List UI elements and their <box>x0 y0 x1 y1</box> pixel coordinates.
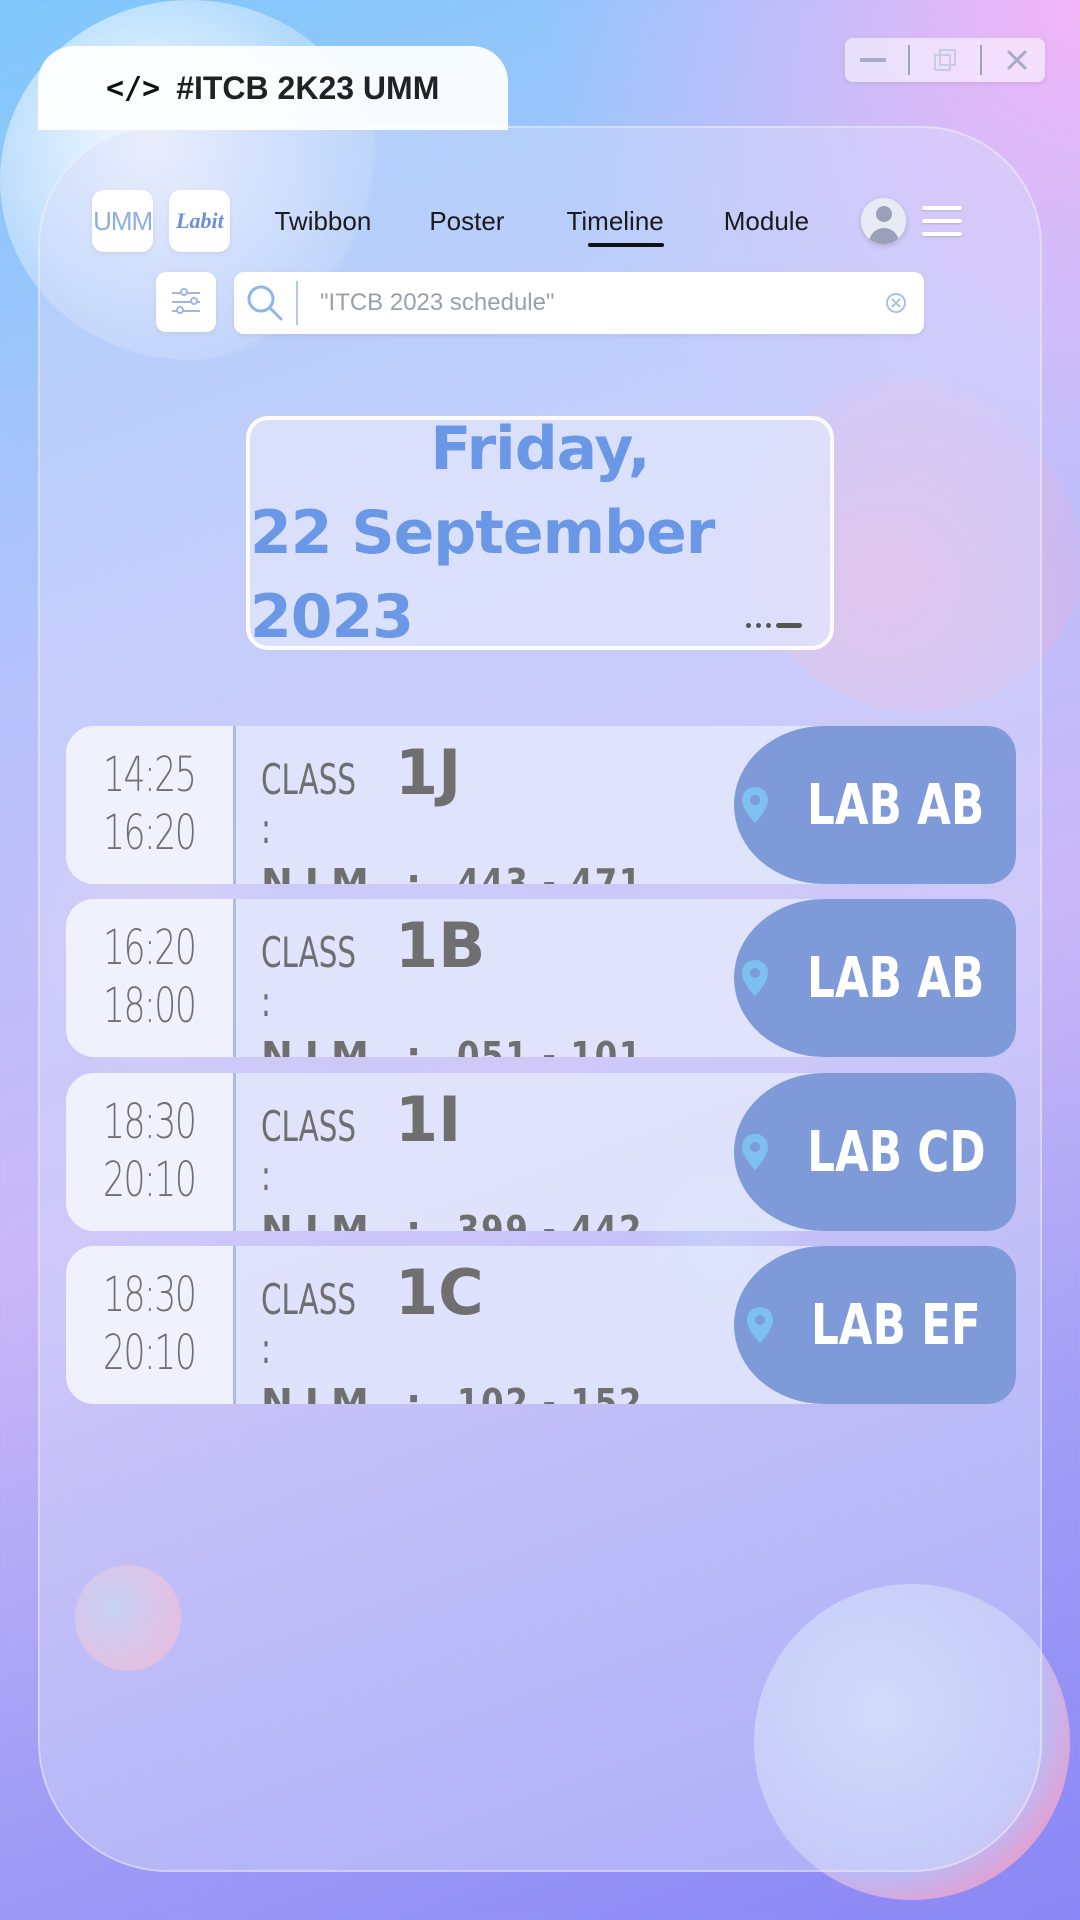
avatar-body <box>868 228 899 244</box>
nim-label: NIM : <box>261 1034 434 1057</box>
end-time: 16:20 <box>103 805 197 861</box>
window-controls <box>845 38 1045 82</box>
top-nav: UMM Labit Twibbon Poster Timeline Module <box>92 190 962 252</box>
search-icon[interactable] <box>234 284 296 322</box>
umm-logo[interactable]: UMM <box>92 190 154 252</box>
end-time: 20:10 <box>103 1152 197 1208</box>
separator <box>980 45 983 75</box>
class-value: 1C <box>395 1256 484 1329</box>
search-bar <box>234 272 924 334</box>
user-avatar[interactable] <box>861 198 907 244</box>
nim-range: 051 - 101 <box>457 1034 644 1057</box>
nav-link-module[interactable]: Module <box>724 206 809 237</box>
lab-name: LAB AB <box>807 945 985 1011</box>
class-info: CLASS : 1B NIM : 051 - 101 <box>261 909 676 1057</box>
lab-location: LAB AB <box>734 726 1016 884</box>
minimize-icon <box>859 58 886 62</box>
time-range: 18:30 20:10 <box>66 1073 236 1231</box>
close-button[interactable] <box>997 49 1037 71</box>
nim-label: NIM : <box>261 861 434 884</box>
class-info: CLASS : 1I NIM : 399 - 442 <box>261 1083 676 1231</box>
close-icon <box>1007 49 1028 71</box>
nav-link-poster[interactable]: Poster <box>429 206 504 237</box>
date-full: 22 September 2023 <box>250 498 715 652</box>
more-icon[interactable] <box>746 623 802 628</box>
start-time: 18:30 <box>103 1267 197 1324</box>
location-pin-icon <box>741 1134 768 1170</box>
nim-range: 443 - 471 <box>457 861 644 884</box>
end-time: 18:00 <box>103 978 197 1034</box>
umm-logo-text: UMM <box>93 205 153 236</box>
class-value: 1J <box>395 736 462 809</box>
menu-icon[interactable] <box>922 206 962 236</box>
labit-logo[interactable]: Labit <box>169 190 231 252</box>
class-info: CLASS : 1C NIM : 102 - 152 <box>261 1256 676 1404</box>
search-input[interactable] <box>320 289 868 317</box>
nim-label: NIM : <box>261 1208 434 1231</box>
class-value: 1I <box>395 1083 462 1156</box>
time-range: 16:20 18:00 <box>66 899 236 1057</box>
lab-location: LAB CD <box>734 1073 1016 1231</box>
search-divider <box>296 281 298 325</box>
window-title-tab: </> #ITCB 2K23 UMM <box>38 46 508 130</box>
lab-name: LAB AB <box>807 772 985 838</box>
location-pin-icon <box>742 787 769 823</box>
restore-icon <box>933 49 956 71</box>
location-pin-icon <box>742 960 769 996</box>
lab-location: LAB EF <box>734 1246 1016 1404</box>
start-time: 18:30 <box>103 1094 197 1151</box>
nav-link-timeline[interactable]: Timeline <box>566 206 665 247</box>
start-time: 16:20 <box>103 920 197 977</box>
end-time: 20:10 <box>103 1325 197 1381</box>
nim-label: NIM : <box>261 1381 434 1404</box>
lab-name: LAB EF <box>811 1292 981 1358</box>
schedule-row[interactable]: 16:20 18:00 CLASS : 1B NIM : 051 - 101 LAB… <box>66 899 1016 1057</box>
date-day: Friday, <box>430 414 650 484</box>
nim-range: 399 - 442 <box>457 1208 644 1231</box>
lab-location: LAB AB <box>734 899 1016 1057</box>
class-label: CLASS : <box>261 1102 357 1200</box>
class-label: CLASS : <box>261 928 357 1026</box>
separator <box>907 45 910 75</box>
code-icon: </> <box>106 70 161 106</box>
nav-link-twibbon[interactable]: Twibbon <box>274 206 371 237</box>
filter-icon <box>172 288 200 296</box>
class-value: 1B <box>395 909 486 982</box>
time-range: 14:25 16:20 <box>66 726 236 884</box>
labit-logo-text: Labit <box>176 208 224 233</box>
clear-search-icon[interactable] <box>868 292 924 314</box>
schedule-row[interactable]: 14:25 16:20 CLASS : 1J NIM : 443 - 471 LAB… <box>66 726 1016 884</box>
minimize-button[interactable] <box>853 57 893 63</box>
window-title: #ITCB 2K23 UMM <box>176 69 440 106</box>
class-info: CLASS : 1J NIM : 443 - 471 <box>261 736 676 884</box>
time-range: 18:30 20:10 <box>66 1246 236 1404</box>
nim-range: 102 - 152 <box>457 1381 644 1404</box>
date-card: Friday, 22 September 2023 <box>246 414 834 652</box>
schedule-row[interactable]: 18:30 20:10 CLASS : 1C NIM : 102 - 152 LAB… <box>66 1246 1016 1404</box>
start-time: 14:25 <box>103 747 197 804</box>
class-label: CLASS : <box>261 1275 357 1373</box>
restore-button[interactable] <box>925 49 965 71</box>
class-label: CLASS : <box>261 755 357 853</box>
lab-name: LAB CD <box>806 1119 986 1185</box>
filter-button[interactable] <box>156 272 216 332</box>
schedule-row[interactable]: 18:30 20:10 CLASS : 1I NIM : 399 - 442 LAB… <box>66 1073 1016 1231</box>
avatar-head <box>875 206 892 222</box>
location-pin-icon <box>747 1307 774 1343</box>
